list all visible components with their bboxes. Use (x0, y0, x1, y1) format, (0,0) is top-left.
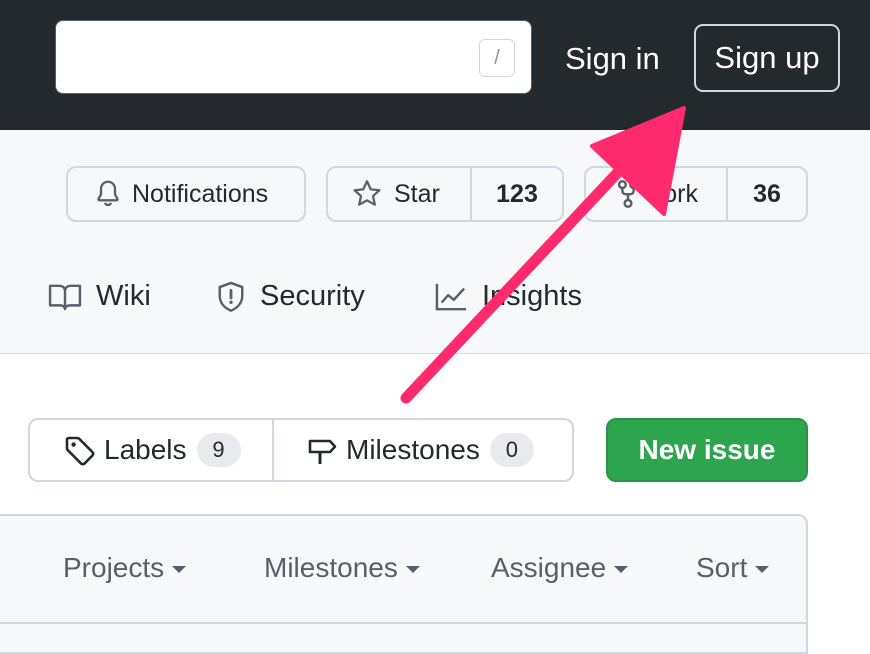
milestone-icon (308, 439, 337, 464)
search-input[interactable]: / (55, 20, 532, 94)
star-icon (353, 180, 381, 206)
filter-sort-label: Sort (696, 552, 748, 583)
notifications-label: Notifications (132, 179, 269, 208)
chevron-down-icon (614, 566, 629, 573)
labels-count-badge: 9 (196, 433, 241, 467)
notifications-button[interactable]: Notifications (66, 166, 306, 222)
filter-milestones[interactable]: Milestones (264, 552, 420, 584)
tab-security[interactable]: Security (216, 280, 365, 313)
fork-label: Fork (648, 179, 698, 208)
graph-icon (435, 283, 466, 310)
shield-icon (218, 281, 244, 312)
filter-projects[interactable]: Projects (63, 552, 187, 584)
star-count[interactable]: 123 (472, 180, 562, 209)
filter-milestones-label: Milestones (264, 552, 398, 583)
labels-label: Labels (104, 434, 187, 465)
milestones-link[interactable]: Milestones 0 (274, 420, 572, 480)
tab-wiki[interactable]: Wiki (48, 280, 151, 313)
filter-sort[interactable]: Sort (696, 552, 770, 584)
chevron-down-icon (172, 566, 187, 573)
tab-wiki-label: Wiki (96, 280, 151, 312)
chevron-down-icon (755, 566, 770, 573)
tag-icon (65, 436, 95, 466)
fork-count[interactable]: 36 (728, 180, 806, 209)
filter-assignee[interactable]: Assignee (491, 552, 629, 584)
star-button[interactable]: Star (328, 168, 472, 220)
search-shortcut-hint: / (479, 39, 515, 77)
labels-link[interactable]: Labels 9 (30, 420, 274, 480)
milestones-count-badge: 0 (489, 433, 534, 467)
issues-list-header (0, 514, 808, 654)
fork-button-group: Fork 36 (584, 166, 808, 222)
tab-insights[interactable]: Insights (434, 280, 582, 313)
fork-button[interactable]: Fork (586, 168, 728, 220)
chevron-down-icon (405, 566, 420, 573)
bell-icon (97, 180, 119, 207)
fork-icon (617, 180, 639, 208)
sign-in-link[interactable]: Sign in (565, 36, 660, 82)
labels-milestones-nav: Labels 9 Milestones 0 (28, 418, 574, 482)
filter-projects-label: Projects (63, 552, 165, 583)
book-icon (48, 284, 82, 310)
site-header: / Sign in Sign up (0, 0, 870, 130)
new-issue-button[interactable]: New issue (606, 418, 808, 482)
star-label: Star (394, 179, 440, 208)
divider (0, 622, 806, 624)
milestones-label: Milestones (346, 434, 480, 465)
filter-assignee-label: Assignee (491, 552, 607, 583)
tab-insights-label: Insights (482, 280, 582, 312)
sign-up-button[interactable]: Sign up (694, 24, 840, 92)
star-button-group: Star 123 (326, 166, 564, 222)
tab-security-label: Security (260, 280, 365, 312)
repo-header (0, 130, 870, 354)
